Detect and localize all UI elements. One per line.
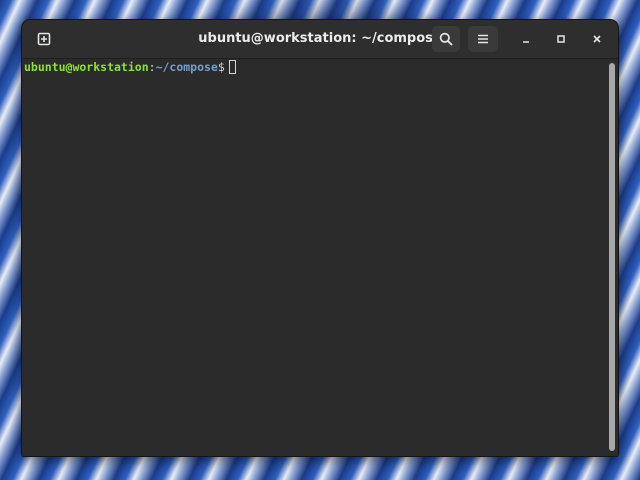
close-icon [593, 35, 601, 43]
close-button[interactable] [585, 26, 609, 52]
minimize-button[interactable] [514, 26, 538, 52]
window-title: ubuntu@workstation: ~/compose [198, 31, 442, 46]
prompt-colon: : [148, 60, 156, 74]
scrollbar[interactable] [606, 59, 618, 456]
search-icon [439, 32, 453, 46]
new-tab-button[interactable] [30, 26, 58, 52]
scrollbar-thumb[interactable] [609, 63, 615, 451]
prompt-line: ubuntu@workstation:~/compose$ [24, 60, 236, 74]
terminal-area[interactable]: ubuntu@workstation:~/compose$ [22, 59, 606, 456]
menu-button[interactable] [468, 26, 498, 52]
headerbar: ubuntu@workstation: ~/compose [22, 20, 618, 59]
prompt-user-host: ubuntu@workstation [24, 60, 149, 74]
search-button[interactable] [432, 26, 460, 52]
terminal-window: ubuntu@workstation: ~/compose ubuntu@wor… [22, 20, 618, 456]
prompt-symbol: $ [217, 60, 225, 74]
new-tab-icon [37, 32, 51, 46]
minimize-icon [523, 41, 529, 43]
prompt-path: ~/compose [155, 60, 218, 74]
text-cursor [228, 60, 236, 74]
hamburger-menu-icon [478, 34, 488, 44]
maximize-button[interactable] [549, 26, 573, 52]
maximize-icon [557, 35, 565, 43]
